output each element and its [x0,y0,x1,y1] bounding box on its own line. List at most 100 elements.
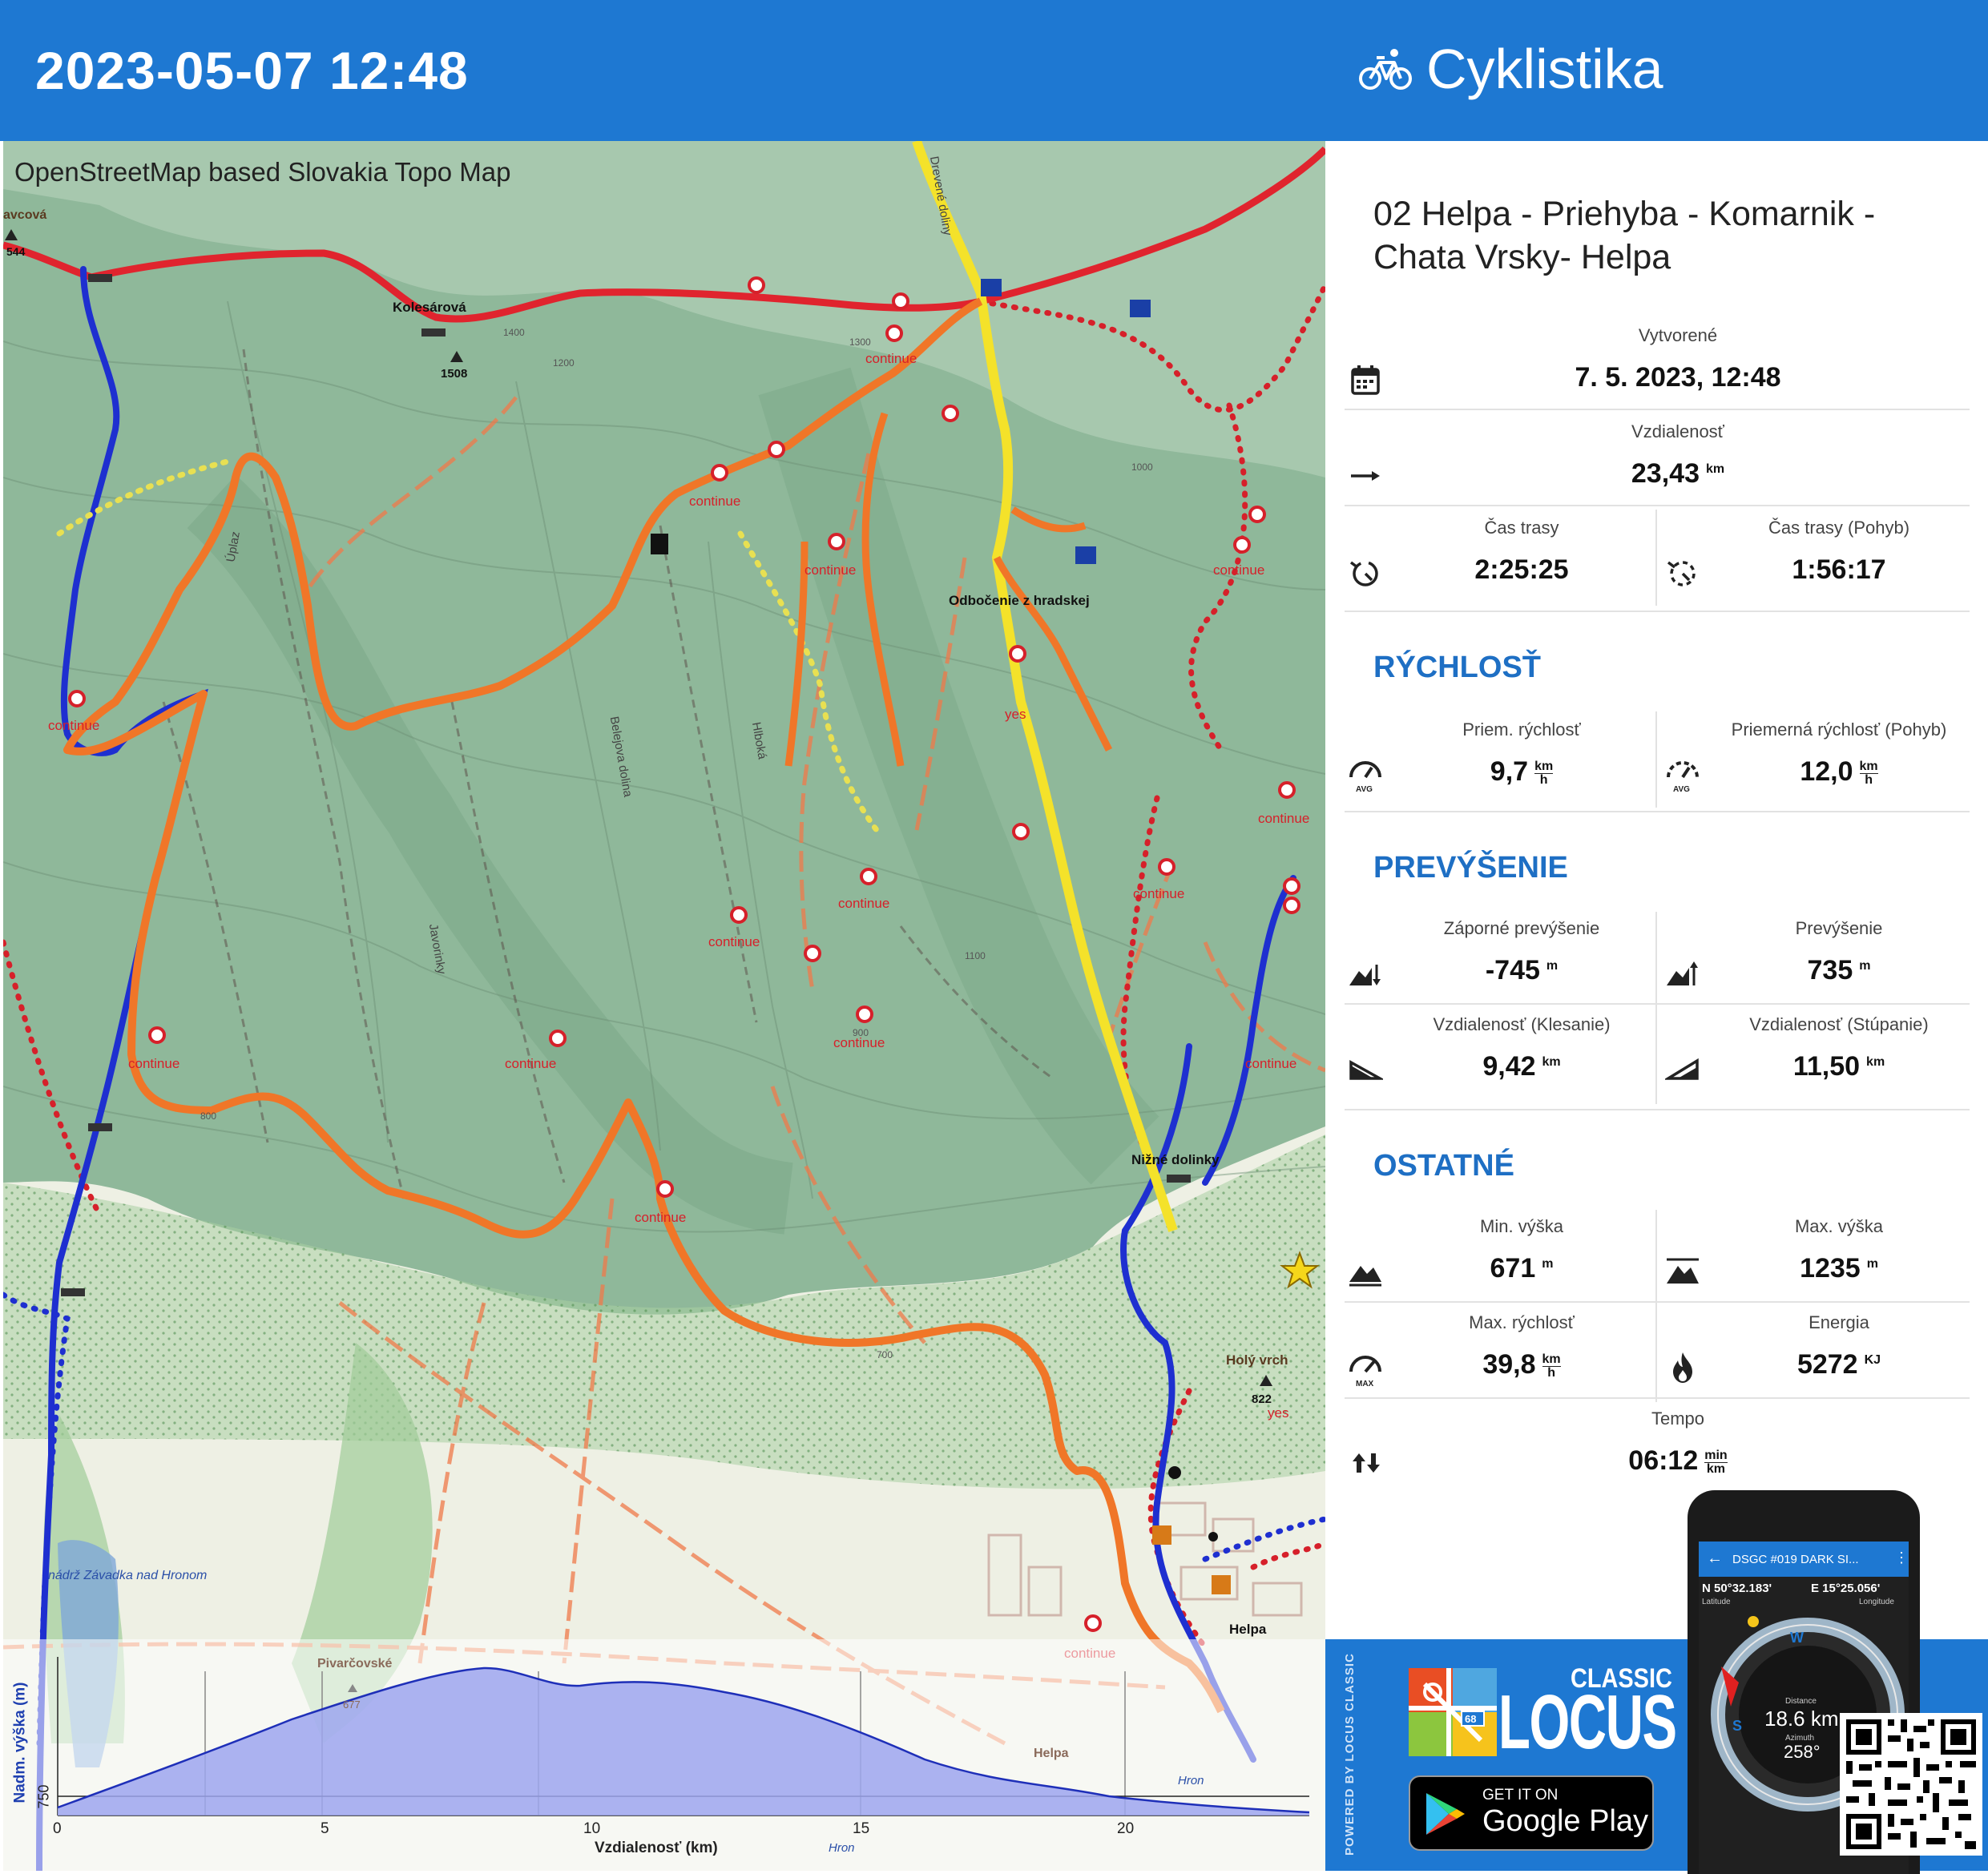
powered-by-label: POWERED BY LOCUS CLASSIC [1343,1653,1357,1856]
track-stats-panel: 02 Helpa - Priehyba - Komarnik - Chata V… [1325,141,1988,1639]
ascent-icon [1667,961,1698,985]
created-stat: Vytvorené 7. 5. 2023, 12:48 [1389,325,1966,393]
descent-distance-label: Vzdialenosť (Klesanie) [1433,1014,1611,1034]
ascent-distance-value: 11,50 [1792,1051,1861,1082]
created-value: 7. 5. 2023, 12:48 [1575,362,1781,393]
min-elevation-label: Min. výška [1480,1216,1563,1236]
topo-map-canvas [3,141,1325,1871]
locus-wordmark: LOCUS [1498,1679,1677,1765]
phone-latitude: N 50°32.183' [1702,1582,1772,1595]
continue-label: continue [1133,886,1185,901]
speed-section-title: RÝCHLOSŤ [1373,651,1541,684]
avg-moving-speed-stat: Priemerná rýchlosť (Pohyb) 12,0 km h [1707,719,1971,788]
created-label: Vytvorené [1638,325,1718,345]
avg-speed-label: Priem. rýchlosť [1462,719,1581,740]
profile-xtick: 0 [53,1820,62,1837]
max-speed-label: Max. rýchlosť [1469,1312,1575,1332]
profile-peak-name: Pivarčovské [317,1657,393,1670]
speed-unit-bottom: h [1865,772,1873,787]
google-play-badge[interactable]: GET IT ON Google Play [1409,1775,1654,1851]
max-badge: MAX [1356,1380,1374,1388]
activity-label: Cyklistika [1426,38,1663,100]
stopwatch-icon [1349,561,1378,586]
tempo-stat: Tempo 06:12 min km [1389,1409,1966,1477]
min-elevation-unit: m [1542,1256,1554,1271]
contour-label: 1000 [1131,461,1153,473]
max-elevation-unit: m [1866,1256,1878,1271]
map-label-odbocenie: Odbočenie z hradskej [949,593,1090,608]
ascent-value: 735 [1807,955,1853,985]
arrow-right-icon [1351,471,1380,481]
max-elevation-label: Max. výška [1794,1216,1884,1236]
tempo-unit-bottom: km [1706,1461,1726,1476]
contour-label: 900 [853,1027,869,1038]
distance-unit: km [1705,461,1725,476]
divider [1655,1210,1657,1402]
svg-text:W: W [1790,1630,1804,1646]
top-header: 2023-05-07 12:48 Cyklistika [0,0,1988,141]
time-moving-stat: Čas trasy (Pohyb) 1:56:17 [1707,518,1971,586]
speed-unit-top: km [1542,1352,1561,1367]
distance-stat: Vzdialenosť 23,43 km [1389,421,1966,490]
max-elevation-stat: Max. výška 1235 m [1707,1216,1971,1284]
menu-dots-icon[interactable]: ⋮ [1894,1550,1909,1566]
divider [1345,1109,1970,1110]
map-source-label: OpenStreetMap based Slovakia Topo Map [14,157,511,187]
track-map[interactable]: OpenStreetMap based Slovakia Topo Map Ko… [3,141,1325,1871]
speed-unit-bottom: h [1547,1365,1555,1380]
map-label-left-top: avcová [3,208,47,222]
energy-stat: Energia 5272 KJ [1707,1312,1971,1380]
slope-down-icon [1349,1060,1383,1080]
profile-helpa: Helpa [1034,1747,1069,1760]
contour-label: 1200 [553,357,575,369]
bicycle-icon [1359,49,1412,90]
profile-xtick: 10 [583,1820,601,1837]
phone-longitude-label: Longitude [1859,1598,1894,1606]
energy-unit: KJ [1864,1352,1881,1367]
continue-label: continue [804,562,857,578]
max-speed-value: 39,8 [1482,1349,1536,1380]
phone-app-title: DSGC #019 DARK SI... [1732,1553,1859,1566]
profile-xlabel: Vzdialenosť (km) [595,1840,718,1856]
avg-badge: AVG [1356,785,1373,794]
ascent-label: Prevýšenie [1795,918,1883,938]
descent-label: Záporné prevýšenie [1443,918,1600,938]
mountain-max-icon [1667,1258,1699,1284]
speed-unit-bottom: h [1539,772,1548,787]
time-value: 2:25:25 [1474,554,1569,585]
elevation-profile: Pivarčovské 677 Helpa Hron Hron Nadm. vý… [3,1639,1325,1871]
descent-stat: Záporné prevýšenie -745 m [1389,918,1654,986]
divider [1345,1003,1970,1005]
descent-distance-value: 9,42 [1482,1051,1536,1082]
map-label-left-ele: 544 [6,245,26,258]
speed-unit-top: km [1534,759,1554,774]
continue-label: continue [838,896,890,911]
divider [1655,510,1657,606]
continue-label: continue [635,1210,687,1225]
flame-icon [1673,1352,1692,1383]
back-arrow-icon[interactable]: ← [1707,1550,1723,1568]
max-elevation-value: 1235 [1800,1253,1861,1284]
descent-value: -745 [1485,955,1540,985]
profile-peak-ele: 677 [343,1699,361,1711]
energy-label: Energia [1809,1312,1869,1332]
contour-label: 1100 [965,950,986,961]
contour-label: 700 [877,1349,893,1360]
continue-label: continue [505,1056,557,1071]
divider [1655,912,1657,1104]
avg-speed-stat: Priem. rýchlosť 9,7 km h [1389,719,1654,788]
divider [1345,1397,1970,1399]
divider [1655,711,1657,808]
pace-icon [1353,1453,1380,1473]
locus-logo-icon [1409,1668,1497,1756]
other-section-title: OSTATNÉ [1373,1149,1514,1183]
time-stat: Čas trasy 2:25:25 [1389,518,1654,586]
slope-up-icon [1665,1058,1699,1080]
max-speed-stat: Max. rýchlosť 39,8 km h [1389,1312,1654,1380]
profile-xtick: 15 [853,1820,870,1837]
energy-value: 5272 [1796,1349,1858,1380]
get-it-on-label: GET IT ON [1482,1787,1559,1803]
divider [1345,505,1970,506]
phone-distance-label: Distance [1785,1697,1817,1706]
contour-label: 1300 [849,337,871,348]
